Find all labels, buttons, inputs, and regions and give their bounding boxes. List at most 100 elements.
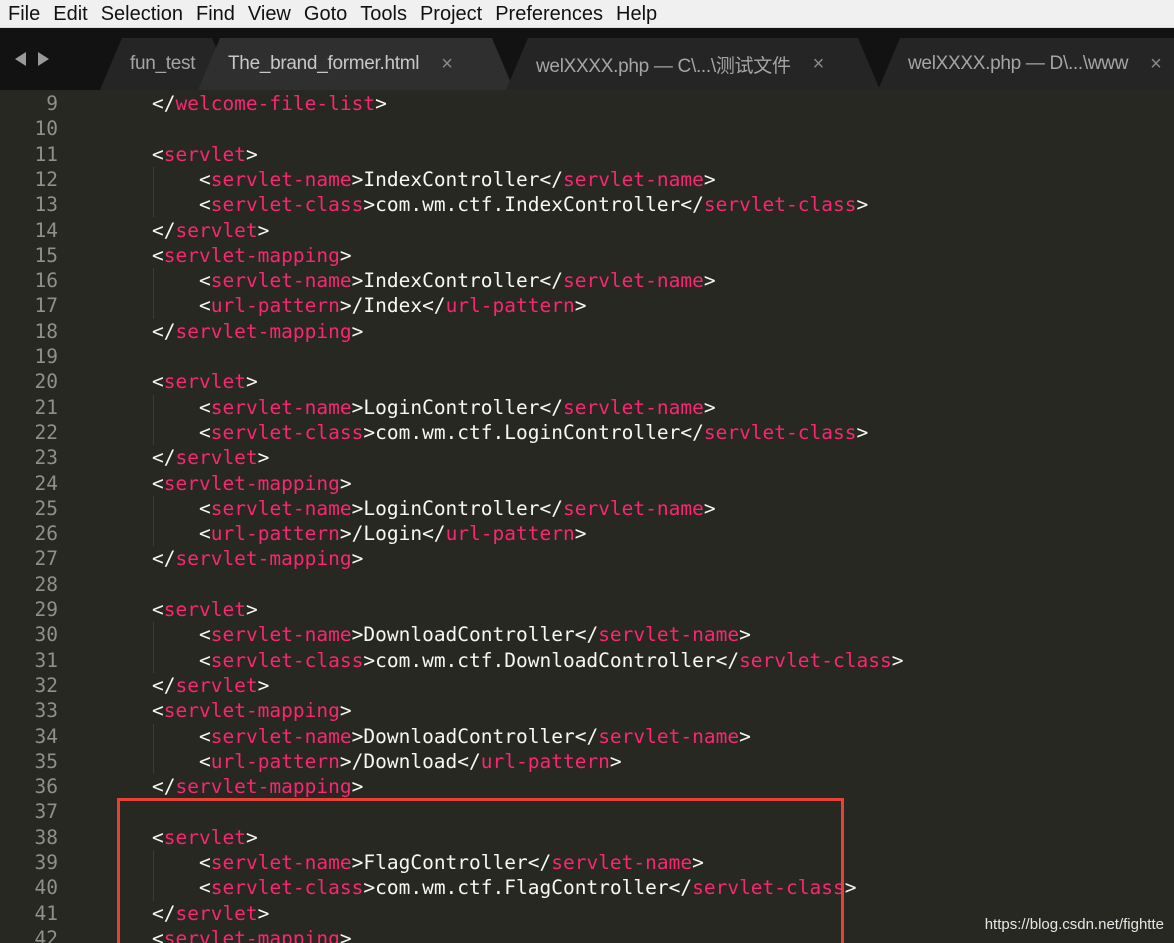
code-text: >: [257, 446, 270, 470]
menu-goto[interactable]: Goto: [298, 1, 354, 27]
code-line[interactable]: 23 </servlet>: [0, 445, 1174, 470]
tag-name: servlet-name: [562, 395, 704, 419]
tag-name: servlet-name: [562, 167, 704, 191]
code-text: >: [856, 420, 869, 444]
menu-project[interactable]: Project: [414, 1, 489, 27]
indent-guide: [153, 748, 154, 775]
code-text: >: [245, 142, 258, 166]
code-text: >IndexController</: [351, 167, 563, 191]
code-line[interactable]: 30 <servlet-name>DownloadController</serv…: [0, 622, 1174, 648]
line-number: 22: [34, 420, 58, 444]
line-number: 32: [34, 673, 58, 697]
triangle-left-icon[interactable]: [14, 51, 28, 67]
indent-guide: [153, 192, 154, 218]
tab-welxxxx-c[interactable]: welXXXX.php — C\...\测试文件 ×: [506, 38, 880, 90]
code-line[interactable]: 28: [0, 572, 1174, 597]
tag-name: url-pattern: [445, 294, 575, 318]
code-line[interactable]: 9 </welcome-file-list>: [0, 91, 1174, 116]
code-text: >: [375, 92, 387, 115]
code-line[interactable]: 13 <servlet-class>com.wm.ctf.IndexControl…: [0, 192, 1174, 218]
line-number: 24: [34, 471, 58, 495]
code-line[interactable]: 32 </servlet>: [0, 673, 1174, 698]
line-code: </servlet-mapping>: [152, 319, 363, 344]
code-line[interactable]: 19: [0, 344, 1174, 369]
code-line[interactable]: 14 </servlet>: [0, 218, 1174, 243]
code-text: >: [856, 193, 869, 217]
line-number: 14: [34, 218, 58, 242]
tag-name: servlet: [175, 673, 258, 697]
close-icon[interactable]: ×: [441, 53, 453, 76]
tag-name: servlet-name: [562, 496, 704, 520]
code-line[interactable]: 11 <servlet>: [0, 142, 1174, 167]
code-line[interactable]: 26 <url-pattern>/Login</url-pattern>: [0, 521, 1174, 547]
code-line[interactable]: 29 <servlet>: [0, 597, 1174, 622]
menu-edit[interactable]: Edit: [47, 1, 94, 27]
code-line[interactable]: 17 <url-pattern>/Index</url-pattern>: [0, 293, 1174, 319]
line-code: <servlet-class>com.wm.ctf.DownloadContro…: [199, 648, 903, 673]
line-number: 28: [34, 572, 58, 596]
indent-guide: [153, 419, 154, 446]
line-code: <servlet-class>com.wm.ctf.IndexControlle…: [199, 192, 868, 217]
line-code: <url-pattern>/Login</url-pattern>: [199, 521, 586, 546]
code-line[interactable]: 25 <servlet-name>LoginController</servlet…: [0, 495, 1174, 522]
tab-welxxxx-d[interactable]: welXXXX.php — D\...\www ×: [878, 38, 1174, 90]
line-number: 13: [34, 193, 58, 217]
code-line[interactable]: 18 </servlet-mapping>: [0, 319, 1174, 344]
code-line[interactable]: 34 <servlet-name>DownloadController</serv…: [0, 723, 1174, 749]
tag-name: url-pattern: [445, 522, 575, 546]
code-text: >com.wm.ctf.IndexController</: [363, 193, 704, 217]
line-code: <servlet-mapping>: [152, 698, 352, 723]
code-line[interactable]: 36 </servlet-mapping>: [0, 774, 1174, 799]
code-text: <: [199, 420, 211, 444]
code-line[interactable]: 27 </servlet-mapping>: [0, 546, 1174, 571]
code-text: <: [199, 395, 211, 419]
code-line[interactable]: 15 <servlet-mapping>: [0, 243, 1174, 268]
tab-label: welXXXX.php — D\...\www: [908, 53, 1129, 74]
indent-guide: [153, 647, 154, 673]
code-editor[interactable]: 9 </welcome-file-list> 10 11 <servlet> 12 <ser…: [0, 90, 1174, 943]
code-line[interactable]: 10: [0, 116, 1174, 141]
code-text: <: [152, 699, 164, 723]
code-text: </: [152, 775, 176, 799]
code-text: <: [199, 167, 211, 191]
tag-name: servlet-name: [210, 395, 352, 419]
code-text: >: [339, 471, 352, 495]
code-line[interactable]: 35 <url-pattern>/Download</url-pattern>: [0, 748, 1174, 775]
code-line[interactable]: 24 <servlet-mapping>: [0, 471, 1174, 496]
menu-selection[interactable]: Selection: [95, 1, 190, 27]
menu-tools[interactable]: Tools: [354, 1, 414, 27]
code-line[interactable]: 16 <servlet-name>IndexController</servlet…: [0, 268, 1174, 294]
menu-preferences[interactable]: Preferences: [489, 1, 610, 27]
line-code: </servlet>: [152, 445, 269, 470]
close-icon[interactable]: ×: [813, 53, 825, 76]
tab-label: welXXXX.php — C\...\测试文件: [536, 55, 791, 77]
tag-name: servlet: [163, 142, 246, 166]
tag-name: servlet-name: [210, 724, 352, 748]
menu-find[interactable]: Find: [190, 1, 242, 27]
code-text: <: [199, 749, 211, 773]
code-line[interactable]: 20 <servlet>: [0, 369, 1174, 394]
code-line[interactable]: 22 <servlet-class>com.wm.ctf.LoginControl…: [0, 419, 1174, 446]
code-text: >LoginController</: [351, 395, 563, 419]
menu-file[interactable]: File: [2, 1, 47, 27]
tag-name: servlet-mapping: [163, 699, 340, 723]
menu-view[interactable]: View: [242, 1, 298, 27]
code-line[interactable]: 12 <servlet-name>IndexController</servlet…: [0, 166, 1174, 193]
tag-name: servlet-name: [562, 269, 704, 293]
tab-bar: fun_test The_brand_former.html × welXXXX…: [0, 28, 1174, 90]
code-text: >: [257, 673, 270, 697]
code-line[interactable]: 33 <servlet-mapping>: [0, 698, 1174, 723]
tab-brand-former[interactable]: The_brand_former.html ×: [198, 38, 514, 90]
tag-name: servlet-name: [210, 167, 352, 191]
code-line[interactable]: 21 <servlet-name>LoginController</servlet…: [0, 394, 1174, 420]
line-number: 12: [34, 167, 58, 191]
line-code: </servlet>: [152, 218, 269, 243]
triangle-right-icon[interactable]: [36, 51, 50, 67]
close-icon[interactable]: ×: [1150, 53, 1162, 76]
menu-help[interactable]: Help: [610, 1, 664, 27]
code-line[interactable]: 31 <servlet-class>com.wm.ctf.DownloadCont…: [0, 647, 1174, 673]
code-text: <: [199, 496, 211, 520]
line-code: <servlet-name>LoginController</servlet-n…: [199, 395, 716, 420]
line-code: <servlet>: [152, 369, 258, 394]
code-text: >com.wm.ctf.DownloadController</: [363, 648, 740, 672]
